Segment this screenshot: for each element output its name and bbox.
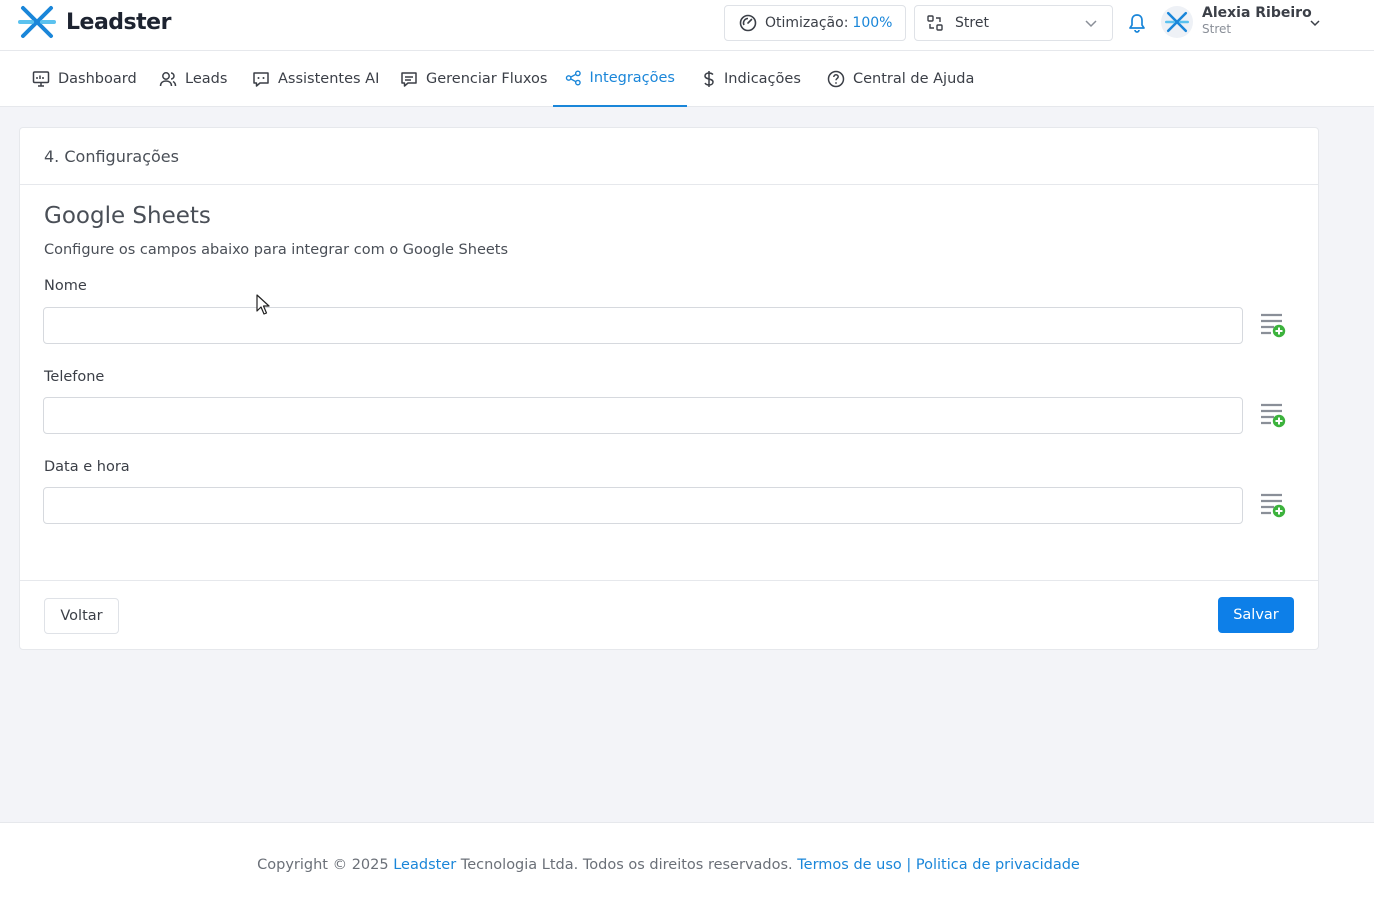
nav-item-assistentes-ai[interactable]: Assistentes AI (240, 51, 391, 107)
copyright-suffix: Tecnologia Ltda. Todos os direitos reser… (456, 857, 798, 873)
nav-label: Central de Ajuda (853, 71, 975, 87)
user-company: Stret (1202, 22, 1232, 36)
help-circle-icon (827, 70, 845, 88)
data-e-hora-input[interactable] (43, 487, 1243, 524)
back-button[interactable]: Voltar (44, 598, 119, 634)
share-icon (565, 70, 581, 86)
step-title: 4. Configurações (44, 146, 179, 166)
nav-label: Dashboard (58, 71, 137, 87)
separator: | (901, 857, 916, 873)
nav-item-integracoes[interactable]: Integrações (553, 51, 687, 107)
optimization-value: 100% (852, 15, 893, 31)
chevron-down-icon[interactable] (1309, 17, 1321, 29)
company-link[interactable]: Leadster (393, 857, 456, 873)
field-label-data-e-hora: Data e hora (44, 459, 130, 475)
nav-label: Indicações (724, 71, 801, 87)
bell-icon[interactable] (1128, 13, 1146, 33)
store-name: Stret (955, 15, 989, 31)
monitor-icon (32, 71, 50, 87)
top-header: Leadster Otimização: 100% Stret Alexia R… (0, 0, 1374, 51)
terms-link[interactable]: Termos de uso (797, 857, 902, 873)
card-footer: Voltar Salvar (20, 580, 1318, 650)
nav-label: Assistentes AI (278, 71, 380, 87)
nav-item-central-de-ajuda[interactable]: Central de Ajuda (815, 51, 986, 107)
mouse-cursor-icon (256, 294, 270, 315)
section-title: Google Sheets (44, 203, 211, 229)
nav-label: Leads (185, 71, 228, 87)
copyright-prefix: Copyright © 2025 (257, 857, 394, 873)
brand-logo[interactable]: Leadster (18, 4, 171, 40)
nav-label: Integrações (589, 70, 675, 86)
telefone-input[interactable] (43, 397, 1243, 434)
dollar-icon (704, 71, 714, 87)
page-footer: Copyright © 2025 Leadster Tecnologia Ltd… (0, 822, 1374, 906)
nav-item-indicacoes[interactable]: Indicações (690, 51, 813, 107)
card-header: 4. Configurações (20, 128, 1318, 185)
privacy-link[interactable]: Politica de privacidade (916, 857, 1080, 873)
nav-item-gerenciar-fluxos[interactable]: Gerenciar Fluxos (388, 51, 560, 107)
gauge-icon (739, 14, 757, 32)
save-button[interactable]: Salvar (1218, 597, 1294, 633)
nav-item-dashboard[interactable]: Dashboard (20, 51, 149, 107)
message-square-icon (401, 72, 417, 87)
switch-icon (927, 15, 943, 31)
optimization-badge[interactable]: Otimização: 100% (724, 5, 906, 41)
user-menu[interactable]: Alexia Ribeiro Stret (1202, 5, 1312, 36)
brand-name: Leadster (66, 9, 171, 35)
store-selector[interactable]: Stret (914, 5, 1113, 41)
field-label-telefone: Telefone (44, 369, 105, 385)
add-variable-icon[interactable] (1260, 402, 1288, 430)
add-variable-icon[interactable] (1260, 492, 1288, 520)
nav-item-leads[interactable]: Leads (147, 51, 239, 107)
leadster-logo-icon (18, 6, 56, 38)
avatar[interactable] (1161, 6, 1193, 38)
main-nav: Dashboard Leads Assistentes AI Gerenciar… (0, 51, 1374, 107)
footer-copyright: Copyright © 2025 Leadster Tecnologia Ltd… (0, 857, 1337, 873)
configuration-card: 4. Configurações Google Sheets Configure… (19, 127, 1319, 650)
field-label-nome: Nome (44, 278, 87, 294)
leadster-logo-icon (1165, 11, 1189, 33)
optimization-label: Otimização: (765, 15, 849, 31)
nome-input[interactable] (43, 307, 1243, 344)
users-icon (159, 72, 177, 87)
nav-label: Gerenciar Fluxos (426, 71, 548, 87)
user-name: Alexia Ribeiro (1202, 5, 1312, 21)
section-description: Configure os campos abaixo para integrar… (44, 242, 509, 258)
chat-bot-icon (253, 72, 269, 87)
chevron-down-icon (1085, 20, 1097, 28)
add-variable-icon[interactable] (1260, 312, 1288, 340)
